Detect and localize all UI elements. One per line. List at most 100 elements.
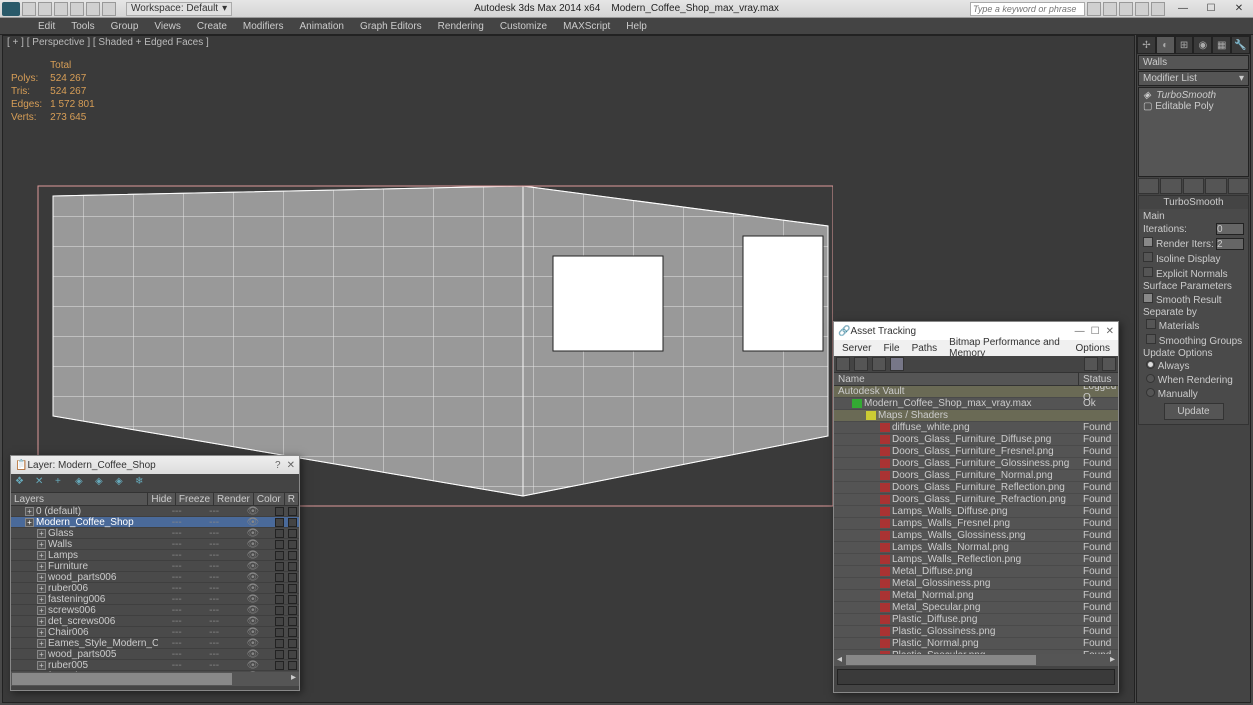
layer-row[interactable]: +screws006------👁 <box>11 605 299 616</box>
tab-utilities-icon[interactable]: 🔧 <box>1231 36 1250 54</box>
modifier-list-dropdown[interactable]: Modifier List▾ <box>1138 71 1249 86</box>
always-radio[interactable] <box>1146 360 1155 369</box>
asset-menu-paths[interactable]: Paths <box>906 343 944 354</box>
asset-row[interactable]: Lamps_Walls_Normal.pngFound <box>834 542 1118 554</box>
hide-unhide-icon[interactable]: ◈ <box>115 476 129 490</box>
menu-rendering[interactable]: Rendering <box>430 18 492 35</box>
menu-edit[interactable]: Edit <box>30 18 63 35</box>
menu-help[interactable]: Help <box>618 18 655 35</box>
asset-row[interactable]: Lamps_Walls_Glossiness.pngFound <box>834 530 1118 542</box>
col-freeze[interactable]: Freeze <box>176 493 214 505</box>
stack-item[interactable]: ◈ TurboSmooth <box>1141 90 1246 101</box>
layer-list[interactable]: +0 (default)------👁+Modern_Coffee_Shop--… <box>11 506 299 672</box>
asset-row[interactable]: Modern_Coffee_Shop_max_vray.maxOk <box>834 398 1118 410</box>
layer-row[interactable]: +wood_parts005------👁 <box>11 649 299 660</box>
asset-menu-file[interactable]: File <box>877 343 905 354</box>
asset-row[interactable]: Doors_Glass_Furniture_Fresnel.pngFound <box>834 446 1118 458</box>
dialog-minimize-icon[interactable]: ― <box>1075 326 1085 337</box>
asset-row[interactable]: Doors_Glass_Furniture_Refraction.pngFoun… <box>834 494 1118 506</box>
col-radiosity[interactable]: R <box>285 493 299 505</box>
asset-scrollbar[interactable]: ◂▸ <box>834 654 1118 666</box>
subscription-icon[interactable] <box>1103 2 1117 16</box>
asset-row[interactable]: diffuse_white.pngFound <box>834 422 1118 434</box>
table-icon[interactable] <box>890 357 904 371</box>
update-button[interactable]: Update <box>1164 403 1224 420</box>
layer-row[interactable]: +Chair006------👁 <box>11 627 299 638</box>
new-layer-icon[interactable]: ❖ <box>15 476 29 490</box>
asset-row[interactable]: Plastic_Specular.pngFound <box>834 650 1118 654</box>
asset-row[interactable]: Autodesk VaultLogged O <box>834 386 1118 398</box>
smooth-result-check[interactable] <box>1143 293 1153 303</box>
show-end-result-icon[interactable] <box>1160 178 1181 194</box>
layer-row[interactable]: +fastening005------👁 <box>11 671 299 672</box>
col-name[interactable]: Name <box>834 373 1079 385</box>
menu-maxscript[interactable]: MAXScript <box>555 18 618 35</box>
asset-row[interactable]: Plastic_Diffuse.pngFound <box>834 614 1118 626</box>
prefs-icon[interactable] <box>1084 357 1098 371</box>
stack-item[interactable]: ▢ Editable Poly <box>1141 101 1246 112</box>
workspace-selector[interactable]: Workspace: Default▾ <box>126 2 232 16</box>
asset-row[interactable]: Metal_Diffuse.pngFound <box>834 566 1118 578</box>
qat-link-icon[interactable] <box>102 2 116 16</box>
qat-redo-icon[interactable] <box>86 2 100 16</box>
exchange-icon[interactable] <box>1119 2 1133 16</box>
layer-row[interactable]: +Lamps------👁 <box>11 550 299 561</box>
freeze-icon[interactable]: ❄ <box>135 476 149 490</box>
dialog-help-icon[interactable]: ? <box>275 460 281 471</box>
delete-layer-icon[interactable]: ✕ <box>35 476 49 490</box>
close-button[interactable]: ✕ <box>1225 1 1253 17</box>
materials-check[interactable] <box>1146 319 1156 329</box>
search-icon[interactable] <box>1087 2 1101 16</box>
select-objects-icon[interactable]: ◈ <box>75 476 89 490</box>
layer-row[interactable]: +Furniture------👁 <box>11 561 299 572</box>
asset-row[interactable]: Doors_Glass_Furniture_Normal.pngFound <box>834 470 1118 482</box>
pin-stack-icon[interactable] <box>1138 178 1159 194</box>
asset-row[interactable]: Doors_Glass_Furniture_Diffuse.pngFound <box>834 434 1118 446</box>
layer-dialog-title[interactable]: 📋 Layer: Modern_Coffee_Shop?✕ <box>11 456 299 474</box>
tab-display-icon[interactable]: ▦ <box>1212 36 1231 54</box>
asset-row[interactable]: Doors_Glass_Furniture_Glossiness.pngFoun… <box>834 458 1118 470</box>
asset-row[interactable]: Plastic_Glossiness.pngFound <box>834 626 1118 638</box>
asset-row[interactable]: Metal_Glossiness.pngFound <box>834 578 1118 590</box>
minimize-button[interactable]: ― <box>1169 1 1197 17</box>
menu-modifiers[interactable]: Modifiers <box>235 18 292 35</box>
isoline-check[interactable] <box>1143 252 1153 262</box>
tab-create-icon[interactable]: ✢ <box>1137 36 1156 54</box>
asset-menu-server[interactable]: Server <box>836 343 877 354</box>
help-icon[interactable] <box>1151 2 1165 16</box>
render-iters-spinner[interactable]: 2 <box>1216 238 1244 250</box>
layer-row[interactable]: +Modern_Coffee_Shop------👁 <box>11 517 299 528</box>
render-iters-check[interactable] <box>1143 237 1153 247</box>
app-logo-icon[interactable] <box>2 2 20 16</box>
layer-row[interactable]: +Eames_Style_Modern_Chair006------👁 <box>11 638 299 649</box>
menu-graph-editors[interactable]: Graph Editors <box>352 18 430 35</box>
menu-customize[interactable]: Customize <box>492 18 555 35</box>
layer-row[interactable]: +ruber005------👁 <box>11 660 299 671</box>
list-icon[interactable] <box>872 357 886 371</box>
layer-row[interactable]: +Glass------👁 <box>11 528 299 539</box>
lock-icon[interactable] <box>1102 357 1116 371</box>
tab-modify-icon[interactable]: ◐ <box>1156 36 1175 54</box>
menu-animation[interactable]: Animation <box>291 18 351 35</box>
asset-row[interactable]: Plastic_Normal.pngFound <box>834 638 1118 650</box>
layer-scrollbar[interactable]: ▸ <box>11 672 299 686</box>
asset-row[interactable]: Lamps_Walls_Fresnel.pngFound <box>834 518 1118 530</box>
col-status[interactable]: Status <box>1079 373 1118 385</box>
highlight-icon[interactable]: ◈ <box>95 476 109 490</box>
dialog-close-icon[interactable]: ✕ <box>1106 326 1114 337</box>
explicit-normals-check[interactable] <box>1143 267 1153 277</box>
qat-save-icon[interactable] <box>54 2 68 16</box>
qat-undo-icon[interactable] <box>70 2 84 16</box>
layer-row[interactable]: +fastening006------👁 <box>11 594 299 605</box>
maximize-button[interactable]: ☐ <box>1197 1 1225 17</box>
asset-list[interactable]: Autodesk VaultLogged OModern_Coffee_Shop… <box>834 386 1118 654</box>
asset-row[interactable]: Maps / Shaders <box>834 410 1118 422</box>
when-rendering-radio[interactable] <box>1146 374 1155 383</box>
asset-menu-bitmap[interactable]: Bitmap Performance and Memory <box>943 337 1069 359</box>
tab-hierarchy-icon[interactable]: ⊞ <box>1175 36 1194 54</box>
col-render[interactable]: Render <box>214 493 254 505</box>
manually-radio[interactable] <box>1146 388 1155 397</box>
layer-row[interactable]: +det_screws006------👁 <box>11 616 299 627</box>
search-input[interactable] <box>970 2 1085 16</box>
menu-views[interactable]: Views <box>146 18 189 35</box>
